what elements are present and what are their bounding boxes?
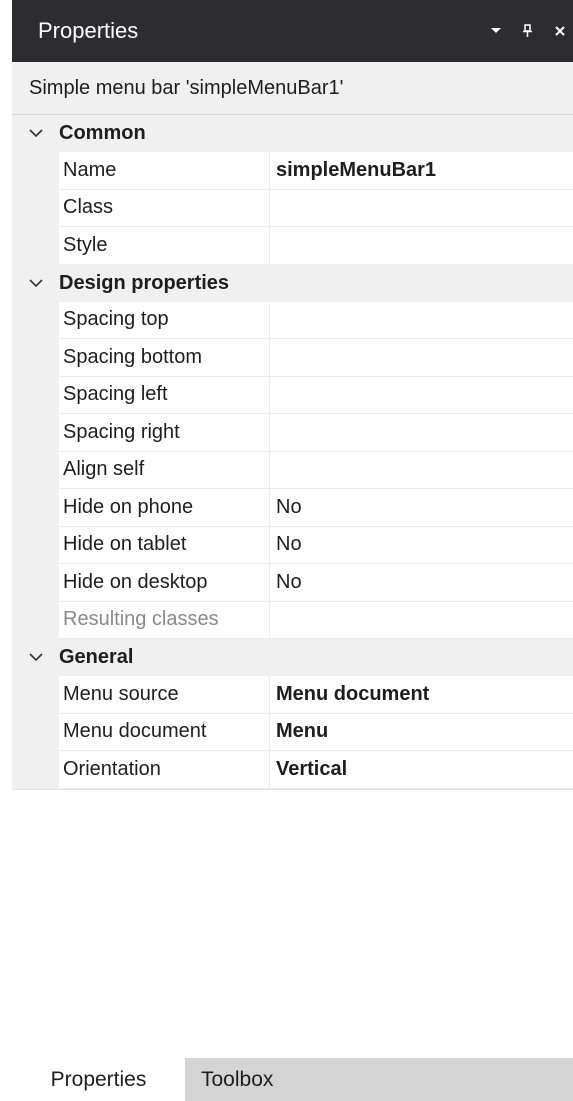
property-name[interactable]: Hide on tablet <box>59 526 270 564</box>
window-left-edge <box>0 0 12 1101</box>
property-name[interactable]: Spacing bottom <box>59 339 270 377</box>
property-name[interactable]: Menu source <box>59 676 270 714</box>
property-name[interactable]: Orientation <box>59 751 270 789</box>
property-name[interactable]: Spacing left <box>59 376 270 414</box>
property-name[interactable]: Class <box>59 189 270 227</box>
property-value[interactable] <box>270 190 573 227</box>
chevron-down-icon[interactable] <box>12 129 59 138</box>
property-value[interactable]: Vertical <box>270 751 573 789</box>
row-gutter <box>12 451 59 489</box>
property-row: Spacing bottom <box>12 339 573 377</box>
property-name[interactable]: Hide on phone <box>59 489 270 527</box>
category-common[interactable]: Common <box>12 115 573 152</box>
property-name[interactable]: Spacing top <box>59 301 270 339</box>
row-gutter <box>12 751 59 789</box>
chevron-down-icon[interactable] <box>12 278 59 288</box>
property-name[interactable]: Name <box>59 152 270 190</box>
property-value <box>270 602 573 639</box>
property-value[interactable]: simpleMenuBar1 <box>270 152 573 190</box>
row-gutter <box>12 414 59 452</box>
category-label: Design properties <box>59 271 230 294</box>
row-gutter <box>12 676 59 714</box>
row-gutter <box>12 489 59 527</box>
category-general[interactable]: General <box>12 639 573 676</box>
property-row: Align self <box>12 451 573 489</box>
property-value[interactable] <box>270 377 573 414</box>
dropdown-arrow-icon[interactable] <box>487 22 505 40</box>
row-gutter <box>12 713 59 751</box>
row-gutter <box>12 301 59 339</box>
tab-properties[interactable]: Properties <box>12 1058 185 1101</box>
row-gutter <box>12 601 59 639</box>
category-label: General <box>59 646 134 668</box>
close-icon[interactable] <box>551 22 569 40</box>
property-value[interactable]: No <box>270 489 573 527</box>
property-value[interactable]: No <box>270 527 573 564</box>
panel-titlebar: Properties <box>12 0 573 62</box>
property-name[interactable]: Menu document <box>59 713 270 751</box>
property-value[interactable]: Menu document <box>270 676 573 714</box>
grid-end-divider <box>12 788 573 790</box>
property-value[interactable] <box>270 414 573 452</box>
property-row: Menu document Menu <box>12 713 573 751</box>
property-row: Orientation Vertical <box>12 751 573 789</box>
row-gutter <box>12 227 59 265</box>
row-gutter <box>12 564 59 602</box>
tab-toolbox[interactable]: Toolbox <box>185 1058 295 1101</box>
property-name[interactable]: Resulting classes <box>59 601 270 639</box>
property-row: Hide on tablet No <box>12 526 573 564</box>
selected-object-label: Simple menu bar 'simpleMenuBar1' <box>12 62 573 115</box>
property-row: Hide on phone No <box>12 489 573 527</box>
property-row: Spacing top <box>12 301 573 339</box>
property-value[interactable] <box>270 452 573 489</box>
panel-title: Properties <box>38 18 139 43</box>
row-gutter <box>12 152 59 190</box>
property-name[interactable]: Align self <box>59 451 270 489</box>
property-value[interactable] <box>270 339 573 377</box>
category-label: Common <box>59 122 146 144</box>
property-grid: Common Name simpleMenuBar1 Class Style D… <box>12 115 573 790</box>
property-row: Name simpleMenuBar1 <box>12 152 573 190</box>
property-row: Spacing left <box>12 376 573 414</box>
property-value[interactable]: Menu <box>270 714 573 751</box>
property-value[interactable] <box>270 227 573 265</box>
property-name[interactable]: Hide on desktop <box>59 564 270 602</box>
property-row: Style <box>12 227 573 265</box>
row-gutter <box>12 339 59 377</box>
property-value[interactable]: No <box>270 564 573 602</box>
bottom-tab-strip: Properties Toolbox <box>12 1058 573 1101</box>
titlebar-buttons <box>487 22 573 40</box>
category-design-properties[interactable]: Design properties <box>12 264 573 302</box>
property-row: Resulting classes <box>12 601 573 639</box>
row-gutter <box>12 189 59 227</box>
row-gutter <box>12 526 59 564</box>
property-name[interactable]: Spacing right <box>59 414 270 452</box>
property-row: Class <box>12 189 573 227</box>
property-row: Menu source Menu document <box>12 676 573 714</box>
row-gutter <box>12 376 59 414</box>
property-value[interactable] <box>270 302 573 339</box>
pin-icon[interactable] <box>519 22 537 40</box>
property-row: Hide on desktop No <box>12 564 573 602</box>
property-name[interactable]: Style <box>59 227 270 265</box>
property-row: Spacing right <box>12 414 573 452</box>
chevron-down-icon[interactable] <box>12 653 59 662</box>
